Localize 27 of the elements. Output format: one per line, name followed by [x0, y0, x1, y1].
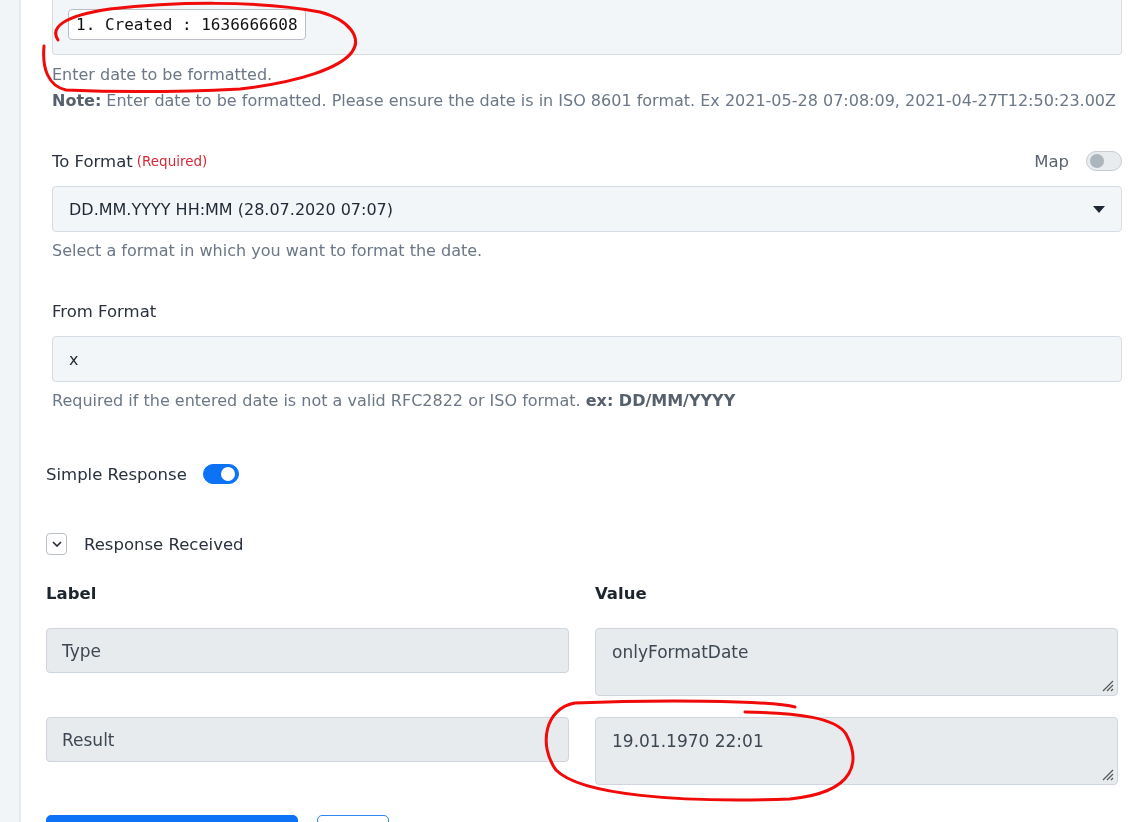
- help-text: Enter date to be formatted.: [52, 64, 274, 86]
- value-field[interactable]: 19.01.1970 22:01: [595, 717, 1118, 785]
- resize-grip-icon: [1102, 769, 1114, 781]
- note-text: Note: Enter date to be formatted. Please ensure the date is in ISO 8601 format. Ex 2021-05-28 07:08:09, 2021-04-27T12:50:23.00Z: [52, 90, 1117, 112]
- date-input-field[interactable]: 1. Created : 1636666608: [52, 0, 1122, 55]
- input-field[interactable]: x: [52, 336, 1122, 382]
- caret-down-icon: [1093, 205, 1105, 213]
- mapped-value-chip: 1. Created : 1636666608: [68, 9, 306, 40]
- toggle-label: Simple Response: [46, 464, 187, 484]
- section-title: Response Received: [84, 534, 244, 554]
- chevron-down-icon: [51, 541, 62, 547]
- help-text: Select a format in which you want to format the date.: [52, 240, 484, 262]
- label-field: Type: [46, 628, 569, 673]
- label-field: Result: [46, 717, 569, 762]
- required-text: (Required): [136, 153, 208, 169]
- simple-response-toggle[interactable]: [202, 464, 239, 484]
- value-field[interactable]: onlyFormatDate: [595, 628, 1118, 696]
- field-label: From Format: [52, 301, 157, 321]
- help-text: Required if the entered date is not a valid RFC2822 or ISO format. ex: DD/MM/YYYY: [52, 390, 737, 412]
- field-label: To Format: [52, 151, 133, 171]
- column-header: Label: [46, 583, 98, 605]
- map-toggle[interactable]: [1086, 151, 1122, 171]
- collapse-toggle-button[interactable]: [46, 533, 67, 555]
- resize-grip-icon: [1102, 680, 1114, 692]
- map-label: Map: [1034, 151, 1069, 171]
- column-header: Value: [595, 583, 648, 605]
- format-select[interactable]: DD.MM.YYYY HH:MM (28.07.2020 07:07): [52, 186, 1122, 232]
